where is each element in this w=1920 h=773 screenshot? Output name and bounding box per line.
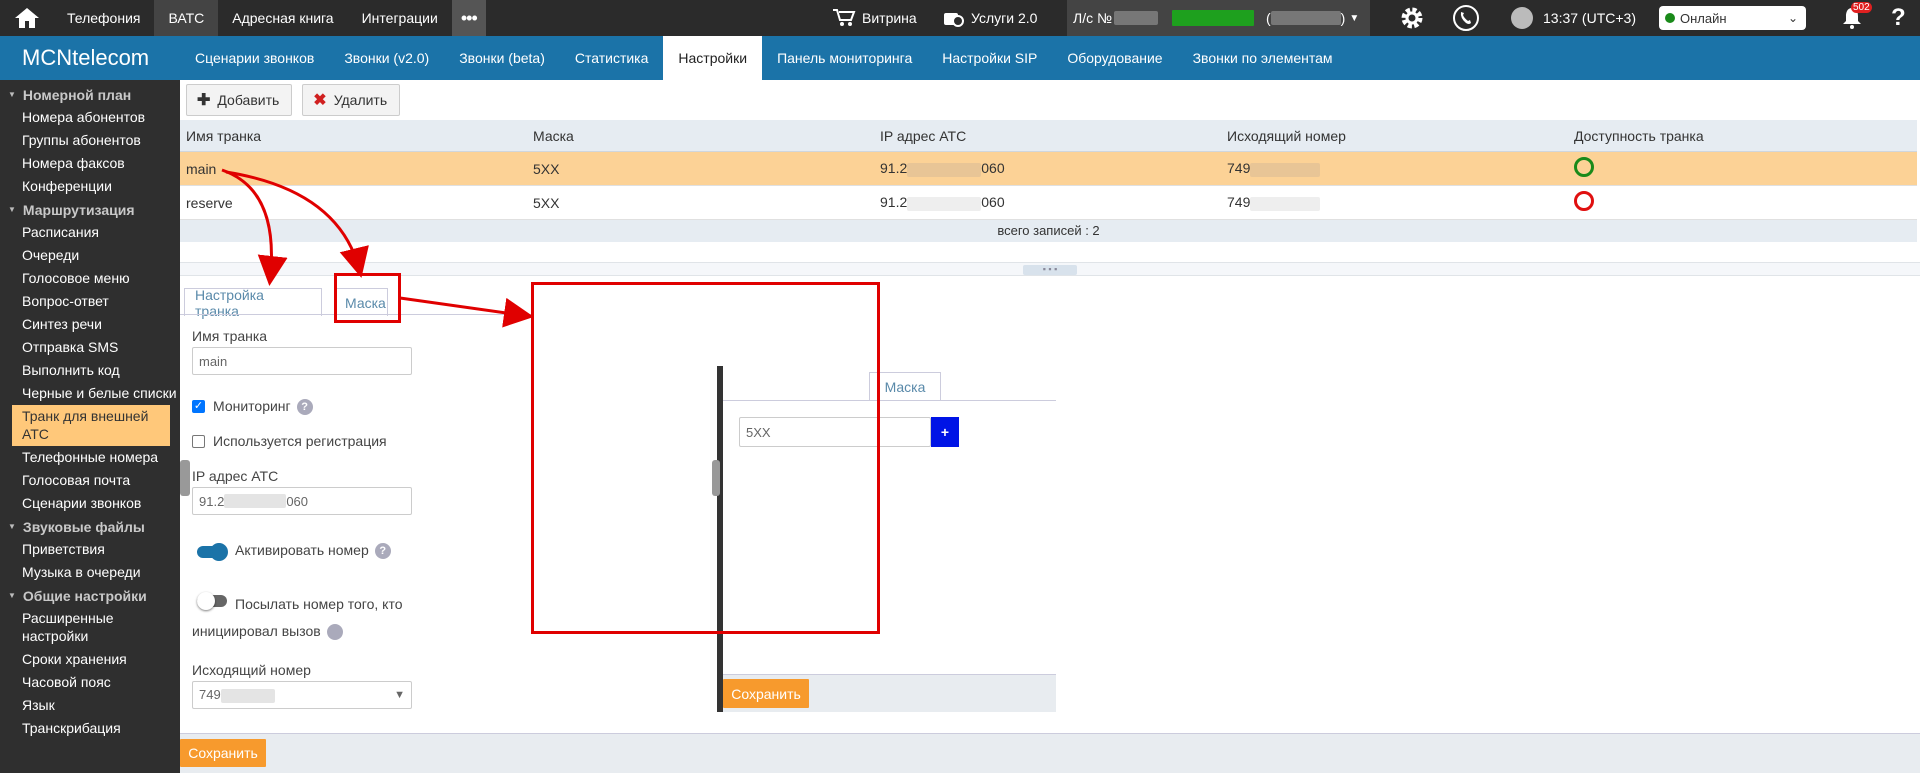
- arrow-to-settings-tab: [221, 168, 288, 286]
- annotation-arrows: [221, 168, 534, 328]
- arrow-to-mask-tab: [225, 170, 369, 278]
- arrow-to-dialog: [399, 296, 534, 328]
